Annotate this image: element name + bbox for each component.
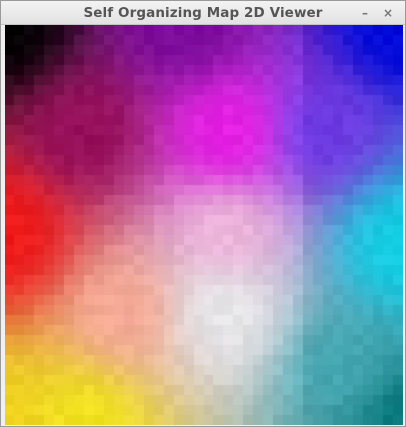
som-map-canvas[interactable] [5,25,403,425]
som-map-area [5,25,403,425]
close-button[interactable]: × [379,4,397,22]
window-title: Self Organizing Map 2D Viewer [83,5,323,21]
minimize-button[interactable]: – [356,4,374,22]
title-bar[interactable]: Self Organizing Map 2D Viewer – × [1,1,405,25]
app-window: Self Organizing Map 2D Viewer – × [0,0,406,427]
